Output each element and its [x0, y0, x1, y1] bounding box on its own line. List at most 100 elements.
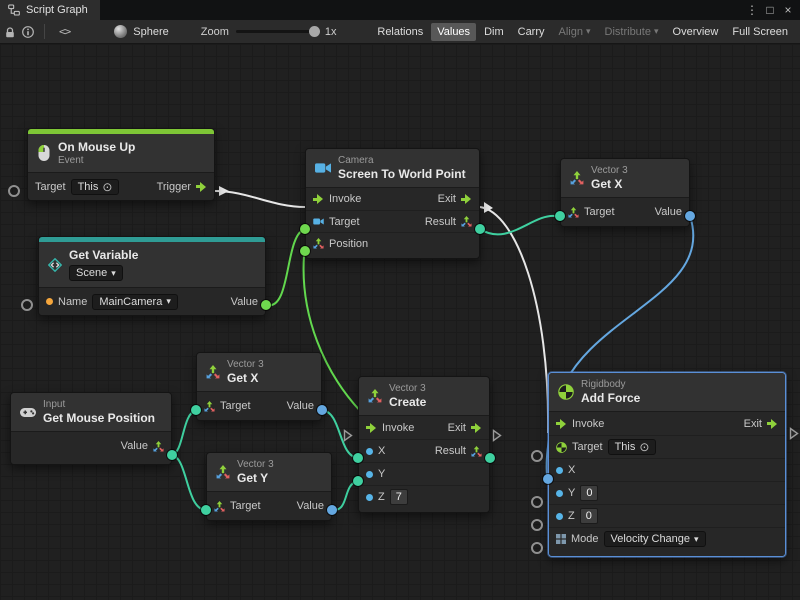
z-value-field[interactable]: 0 — [580, 508, 598, 524]
variable-scope-dropdown[interactable]: Scene ▾ — [69, 265, 123, 281]
add-force-x-port[interactable] — [543, 474, 553, 484]
node-category: Vector 3 — [227, 359, 264, 370]
node-vector3-get-x-top[interactable]: Vector 3 Get X Target Value — [560, 158, 690, 227]
on-mouse-up-target-port-empty[interactable] — [8, 185, 20, 197]
zoom-slider[interactable] — [236, 30, 318, 33]
get-x-top-target-port[interactable] — [555, 211, 565, 221]
object-picker-icon[interactable]: ⊙ — [102, 181, 112, 193]
value-label: Value — [121, 440, 148, 452]
value-label: Value — [297, 500, 324, 512]
add-force-y-port-empty[interactable] — [531, 496, 543, 508]
row-target-value: Target Value — [197, 392, 321, 420]
variable-name-dropdown[interactable]: MainCamera ▾ — [92, 294, 178, 310]
create-y-port[interactable] — [353, 476, 363, 486]
create-x-port[interactable] — [353, 453, 363, 463]
node-vector3-create[interactable]: Vector 3 Create Invoke Exit X Result Y Z… — [358, 376, 490, 513]
get-x-mid-value-port[interactable] — [317, 405, 327, 415]
vector3-icon — [313, 238, 324, 249]
row-target-value: Target Value — [207, 492, 331, 520]
invoke-port[interactable] — [313, 194, 324, 204]
dim-button[interactable]: Dim — [478, 23, 510, 41]
float-port-dot — [556, 467, 563, 474]
exit-port[interactable] — [767, 419, 778, 429]
lock-icon[interactable] — [4, 26, 16, 38]
create-exit-port-empty[interactable] — [492, 429, 502, 442]
trigger-port[interactable] — [196, 182, 207, 192]
row-target-trigger: Target This ⊙ Trigger — [28, 173, 214, 200]
node-vector3-get-x-mid[interactable]: Vector 3 Get X Target Value — [196, 352, 322, 421]
overview-button[interactable]: Overview — [667, 23, 725, 41]
tab-script-graph[interactable]: Script Graph — [0, 0, 100, 20]
maximize-icon[interactable]: □ — [762, 3, 778, 17]
float-port-dot — [366, 448, 373, 455]
chevron-down-icon: ▾ — [586, 26, 591, 37]
mode-dropdown[interactable]: Velocity Change ▾ — [604, 531, 706, 547]
node-get-variable[interactable]: Get Variable Scene ▾ Name Mai — [38, 236, 266, 316]
row-z: Z0 — [549, 504, 785, 527]
add-force-z-port-empty[interactable] — [531, 519, 543, 531]
menu-icon[interactable]: ⋮ — [744, 3, 760, 17]
node-vector3-get-y[interactable]: Vector 3 Get Y Target Value — [206, 452, 332, 521]
create-invoke-port-empty[interactable] — [343, 429, 353, 442]
info-icon[interactable] — [22, 26, 34, 38]
stwp-position-port[interactable] — [300, 246, 310, 256]
y-value-field[interactable]: 0 — [580, 485, 598, 501]
get-y-value-port[interactable] — [327, 505, 337, 515]
mouse-position-value-port[interactable] — [167, 450, 177, 460]
values-button[interactable]: Values — [431, 23, 476, 41]
code-icon[interactable]: <> — [55, 25, 74, 38]
row-invoke-exit: Invoke Exit — [549, 412, 785, 435]
row-invoke-exit: Invoke Exit — [306, 188, 479, 210]
carry-button[interactable]: Carry — [512, 23, 551, 41]
target-object-chip[interactable]: This ⊙ — [71, 179, 120, 195]
wire-mouse-to-gety[interactable] — [172, 455, 206, 510]
node-category: Vector 3 — [389, 383, 426, 394]
node-category: Input — [43, 399, 155, 410]
float-port-dot — [556, 513, 563, 520]
graph-canvas[interactable]: On Mouse Up Event Target This ⊙ Trigger — [0, 44, 800, 600]
distribute-button[interactable]: Distribute▾ — [599, 23, 665, 41]
node-add-force[interactable]: Rigidbody Add Force Invoke Exit Target T… — [548, 372, 786, 557]
node-screen-to-world-point[interactable]: Camera Screen To World Point Invoke Exit… — [305, 148, 480, 259]
fullscreen-button[interactable]: Full Screen — [726, 23, 794, 41]
get-variable-value-port[interactable] — [261, 300, 271, 310]
relations-button[interactable]: Relations — [371, 23, 429, 41]
wire-variable-to-target[interactable] — [266, 229, 305, 305]
stwp-target-port[interactable] — [300, 224, 310, 234]
target-object-chip[interactable]: This ⊙ — [608, 439, 657, 455]
create-result-port[interactable] — [485, 453, 495, 463]
invoke-port[interactable] — [366, 423, 377, 433]
node-title: Get Y — [237, 471, 274, 485]
add-force-exit-port-empty[interactable] — [789, 427, 799, 440]
z-value-field[interactable]: 7 — [390, 489, 408, 505]
wire-exit-to-addforce-invoke[interactable] — [480, 207, 548, 433]
invoke-port[interactable] — [556, 419, 567, 429]
get-y-target-port[interactable] — [201, 505, 211, 515]
target-label: Target — [35, 181, 66, 193]
wire-gety-to-create-y[interactable] — [332, 481, 358, 510]
stwp-result-port[interactable] — [475, 224, 485, 234]
chevron-down-icon: ▾ — [654, 26, 659, 37]
node-title: On Mouse Up — [58, 140, 135, 154]
exit-port[interactable] — [461, 194, 472, 204]
node-on-mouse-up[interactable]: On Mouse Up Event Target This ⊙ Trigger — [27, 128, 215, 201]
node-title: Get Variable — [69, 248, 138, 262]
add-force-target-port-empty[interactable] — [531, 450, 543, 462]
add-force-mode-port-empty[interactable] — [531, 542, 543, 554]
wire-trigger-to-invoke[interactable] — [215, 191, 305, 207]
gamepad-icon — [20, 406, 36, 419]
node-get-mouse-position[interactable]: Input Get Mouse Position Value — [10, 392, 172, 465]
wire-result-to-getx-target[interactable] — [480, 216, 555, 234]
align-button[interactable]: Align▾ — [553, 23, 597, 41]
exit-port[interactable] — [471, 423, 482, 433]
get-variable-name-port-empty[interactable] — [21, 299, 33, 311]
get-x-top-value-port[interactable] — [685, 211, 695, 221]
get-x-mid-target-port[interactable] — [191, 405, 201, 415]
z-label: Z — [568, 510, 575, 522]
wire-mouse-to-getx[interactable] — [172, 410, 196, 455]
zoom-slider-knob[interactable] — [309, 26, 320, 37]
close-icon[interactable]: × — [780, 3, 796, 17]
row-invoke-exit: Invoke Exit — [359, 416, 489, 439]
object-picker-icon[interactable]: ⊙ — [639, 441, 649, 453]
result-label: Result — [425, 216, 456, 228]
